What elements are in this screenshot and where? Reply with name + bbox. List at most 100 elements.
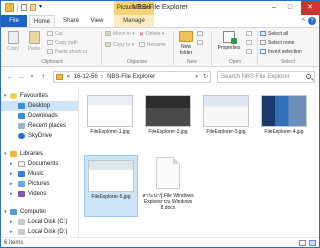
navigation-pane: ▾ Favourites Desktop Downloads Recent pl… [1, 87, 79, 237]
nav-videos[interactable]: ▸ Videos [1, 189, 78, 199]
expand-arrow-icon: ▸ [10, 219, 13, 225]
breadcrumb-prefix: « [66, 74, 71, 80]
nav-downloads[interactable]: Downloads [1, 111, 78, 121]
nav-skydrive[interactable]: SkyDrive [1, 131, 78, 141]
ribbon-divider [101, 31, 102, 65]
recent-locations-button[interactable]: ▾ [27, 72, 37, 82]
back-button[interactable]: ← [5, 72, 15, 82]
select-all-button[interactable]: Select all [260, 31, 288, 38]
nav-local-disk-d[interactable]: ▸ Local Disk (D:) [1, 227, 78, 237]
expand-arrow-icon: ▸ [10, 171, 13, 177]
expand-arrow-icon: ▾ [4, 209, 7, 215]
select-none-button[interactable]: Select none [260, 40, 294, 47]
file-item[interactable]: FileExplorer-4.jpg [258, 91, 312, 153]
cloud-icon [18, 133, 25, 139]
address-bar[interactable]: « 16-12-56 › NBS-File Explorer ▾ ↻ [53, 71, 211, 83]
copy-path-icon [47, 40, 53, 45]
edit-button[interactable] [246, 40, 254, 47]
minimize-ribbon-icon[interactable]: ˄ [301, 16, 305, 26]
nav-label: Downloads [28, 113, 58, 119]
tab-share[interactable]: Share [59, 15, 83, 27]
history-button[interactable] [246, 49, 254, 56]
breadcrumb-16-12-56[interactable]: 16-12-56 [74, 72, 98, 82]
delete-icon: ✕ [139, 32, 145, 38]
copy-button[interactable]: Copy [5, 31, 21, 52]
nav-local-disk-c[interactable]: ▸ Local Disk (C:) [1, 217, 78, 227]
file-item[interactable]: FileExplorer-3.jpg [200, 91, 254, 153]
details-view-icon[interactable] [299, 240, 306, 246]
item-count: 6 items [4, 240, 24, 246]
title-bar: ▾ Picture Tools NBS-File Explorer – □ ✕ [1, 1, 319, 15]
up-button[interactable]: ↑ [38, 72, 48, 82]
easy-access-button[interactable] [197, 40, 205, 47]
invert-selection-button[interactable]: Invert selection [260, 49, 302, 56]
tab-view[interactable]: View [86, 15, 108, 27]
nav-libraries[interactable]: ▾ Libraries [1, 149, 78, 159]
tab-file[interactable]: File [1, 15, 27, 27]
open-button[interactable] [246, 31, 254, 38]
recent-places-icon [18, 123, 25, 129]
file-item-selected[interactable]: FileExplorer-5.jpg [84, 155, 138, 217]
breadcrumb-separator[interactable]: › [101, 72, 103, 82]
copy-to-button[interactable]: Copy to ▾ [105, 42, 134, 49]
close-button[interactable]: ✕ [301, 1, 319, 15]
move-to-label: Move to ▾ [113, 31, 135, 37]
customize-quick-access-icon[interactable]: ▾ [39, 4, 45, 11]
large-icons-view-icon[interactable] [309, 240, 316, 246]
cut-button[interactable]: Cut [47, 31, 63, 38]
properties-icon [223, 31, 237, 44]
organise-group-label: Organise [126, 59, 148, 65]
nav-recent-places[interactable]: Recent places [1, 121, 78, 131]
paste-shortcut-button[interactable]: Paste shortcut [47, 49, 87, 56]
tab-manage[interactable]: Manage [114, 15, 154, 27]
file-name: FileExplorer-4.jpg [264, 129, 304, 135]
nav-documents[interactable]: ▸ Documents [1, 159, 78, 169]
pictures-icon [18, 181, 25, 187]
copy-path-button[interactable]: Copy path [47, 40, 78, 47]
file-item[interactable]: FileExplorer-2.jpg [142, 91, 196, 153]
history-icon [246, 49, 252, 54]
file-item[interactable]: FileExplorer-1.jpg [84, 91, 138, 153]
new-item-button[interactable] [197, 31, 205, 38]
nav-label: Local Disk (D:) [28, 229, 68, 235]
nav-label: Recent places [28, 123, 67, 129]
image-thumbnail [203, 95, 249, 127]
properties-quick-icon[interactable] [21, 4, 27, 11]
new-folder-button[interactable]: New folder [177, 31, 195, 56]
scissors-icon [47, 31, 53, 36]
maximize-button[interactable]: □ [283, 1, 297, 15]
minimize-button[interactable]: – [267, 1, 281, 15]
clipboard-group-label: Clipboard [41, 59, 63, 65]
search-placeholder: Search NBS-File Explorer [221, 74, 290, 80]
refresh-icon[interactable]: ↻ [203, 72, 208, 82]
search-input[interactable]: Search NBS-File Explorer [217, 71, 315, 83]
edit-icon [246, 40, 252, 45]
forward-button[interactable]: → [16, 72, 26, 82]
nav-music[interactable]: ▸ Music [1, 169, 78, 179]
properties-button[interactable]: Properties [214, 31, 244, 51]
rename-label: Rename [147, 42, 166, 48]
ribbon-home: Copy Paste Cut Copy path Paste shortcut … [1, 27, 319, 67]
move-to-button[interactable]: Move to ▾ [105, 31, 135, 38]
nav-label: Pictures [28, 181, 50, 187]
nav-label: Libraries [20, 151, 44, 157]
paste-icon [28, 31, 40, 44]
delete-button[interactable]: ✕ Delete ▾ [139, 31, 164, 38]
file-name: FileExplorer-1.jpg [90, 129, 130, 135]
computer-icon [10, 209, 17, 215]
rename-button[interactable]: Rename [139, 42, 166, 49]
nav-pictures[interactable]: ▸ Pictures [1, 179, 78, 189]
paste-button[interactable]: Paste [25, 31, 43, 52]
address-dropdown-icon[interactable]: ▾ [195, 72, 198, 82]
nav-computer[interactable]: ▾ Computer [1, 207, 78, 217]
nav-favourites[interactable]: ▾ Favourites [1, 91, 78, 101]
help-icon[interactable]: ? [308, 17, 316, 25]
breadcrumb-nbs-file-explorer[interactable]: NBS-File Explorer [107, 72, 155, 82]
nav-desktop[interactable]: Desktop [1, 101, 78, 111]
document-icon [156, 157, 180, 189]
file-item[interactable]: สาระน่ารู้ File Windows Explorer บน Wind… [142, 155, 196, 225]
tab-home[interactable]: Home [29, 15, 55, 27]
file-name: FileExplorer-2.jpg [148, 129, 188, 135]
copy-to-label: Copy to ▾ [113, 42, 135, 48]
new-folder-quick-icon[interactable] [30, 4, 36, 11]
